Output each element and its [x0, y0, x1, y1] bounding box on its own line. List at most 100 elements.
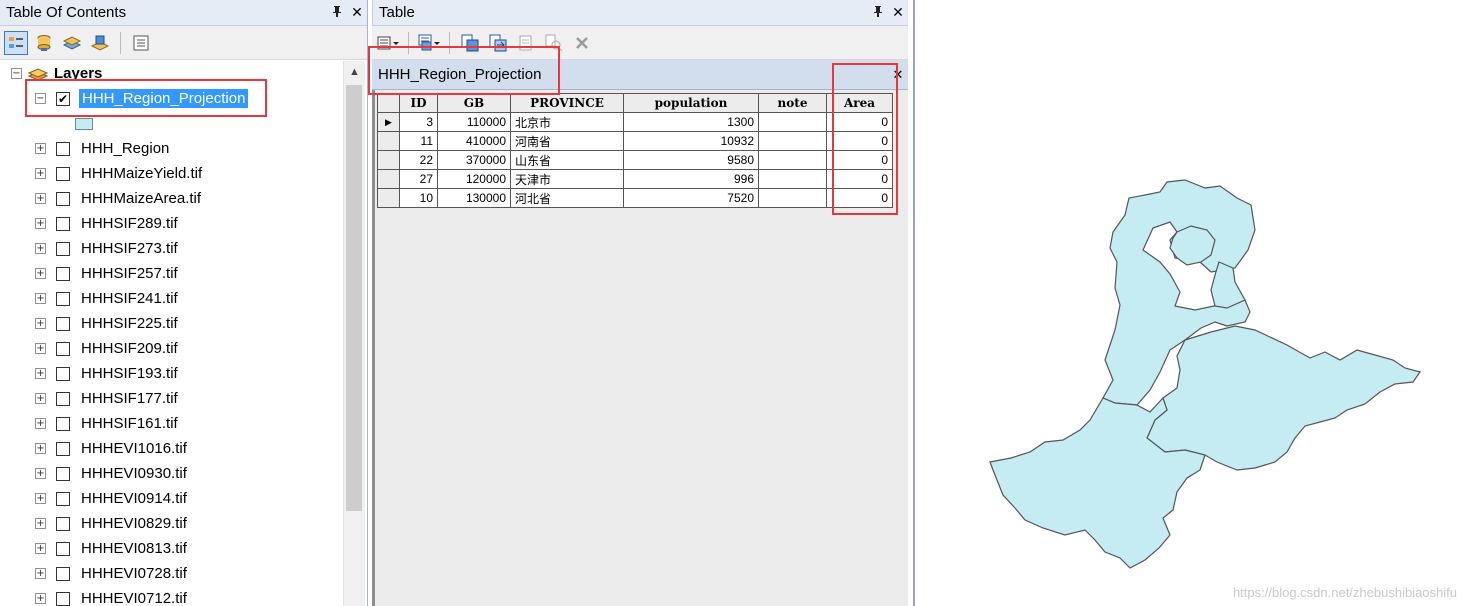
layer-visibility-checkbox[interactable] — [56, 491, 70, 506]
column-header-note[interactable]: note — [758, 93, 827, 113]
scrollbar-thumb[interactable] — [346, 85, 362, 511]
column-header-id[interactable]: ID — [399, 93, 438, 113]
layer-visibility-checkbox[interactable] — [56, 466, 70, 481]
column-header-population[interactable]: population — [623, 93, 759, 113]
layer-item[interactable]: + HHHEVI0712.tif — [0, 586, 343, 606]
layer-item[interactable]: + HHH_Region — [0, 136, 343, 161]
scroll-up-icon[interactable]: ▲ — [344, 61, 365, 83]
layer-item[interactable]: + HHHEVI0728.tif — [0, 561, 343, 586]
close-icon[interactable]: ✕ — [347, 4, 367, 21]
layer-visibility-checkbox[interactable] — [56, 341, 70, 356]
map-view[interactable]: https://blog.csdn.net/zhebushibiaoshifu — [913, 0, 1463, 606]
layer-visibility-checkbox[interactable] — [56, 441, 70, 456]
layer-visibility-checkbox[interactable] — [56, 516, 70, 531]
cell-area[interactable]: 0 — [826, 131, 893, 151]
layer-item[interactable]: + HHHEVI0829.tif — [0, 511, 343, 536]
layer-item[interactable]: + HHHSIF177.tif — [0, 386, 343, 411]
related-tables-icon[interactable] — [417, 31, 441, 55]
layer-label[interactable]: HHHEVI0829.tif — [81, 515, 187, 532]
cell-id[interactable]: 11 — [399, 131, 438, 151]
expand-icon[interactable]: + — [35, 518, 46, 529]
cell-id[interactable]: 27 — [399, 169, 438, 189]
select-by-attributes-icon[interactable] — [458, 31, 482, 55]
collapse-icon[interactable]: − — [11, 68, 22, 79]
row-selector[interactable] — [377, 188, 400, 208]
expand-icon[interactable]: + — [35, 568, 46, 579]
expand-icon[interactable]: + — [35, 543, 46, 554]
layer-label[interactable]: HHHSIF273.tif — [81, 240, 178, 257]
switch-selection-icon[interactable] — [486, 31, 510, 55]
table-row[interactable]: 10 130000 河北省 7520 0 — [377, 188, 893, 208]
layer-item[interactable]: − ✔ HHH_Region_Projection — [0, 86, 343, 111]
layer-item[interactable]: + HHHMaizeArea.tif — [0, 186, 343, 211]
cell-province[interactable]: 河南省 — [510, 131, 624, 151]
layer-item[interactable]: + HHHSIF257.tif — [0, 261, 343, 286]
row-selector[interactable] — [377, 169, 400, 189]
layer-item[interactable]: + HHHEVI0813.tif — [0, 536, 343, 561]
layer-label[interactable]: HHHSIF177.tif — [81, 390, 178, 407]
row-selector-header[interactable] — [377, 93, 400, 113]
layer-label[interactable]: HHHSIF257.tif — [81, 265, 178, 282]
expand-icon[interactable]: + — [35, 268, 46, 279]
row-selector[interactable] — [377, 131, 400, 151]
expand-icon[interactable]: + — [35, 368, 46, 379]
cell-note[interactable] — [758, 188, 827, 208]
layer-visibility-checkbox[interactable]: ✔ — [56, 91, 70, 106]
cell-note[interactable] — [758, 150, 827, 170]
expand-icon[interactable]: + — [35, 193, 46, 204]
cell-gb[interactable]: 370000 — [437, 150, 511, 170]
expand-icon[interactable]: + — [35, 143, 46, 154]
delete-selected-icon[interactable] — [570, 31, 594, 55]
cell-gb[interactable]: 120000 — [437, 169, 511, 189]
layer-visibility-checkbox[interactable] — [56, 241, 70, 256]
layer-label[interactable]: HHHSIF161.tif — [81, 415, 178, 432]
layer-label[interactable]: HHHEVI0914.tif — [81, 490, 187, 507]
cell-province[interactable]: 山东省 — [510, 150, 624, 170]
column-header-area[interactable]: Area — [826, 93, 893, 113]
current-row-indicator-icon[interactable]: ▶ — [377, 112, 400, 132]
tab-hhh-region-projection[interactable]: HHH_Region_Projection — [378, 66, 888, 83]
list-by-selection-icon[interactable] — [88, 31, 112, 55]
layer-label[interactable]: HHHSIF241.tif — [81, 290, 178, 307]
layer-visibility-checkbox[interactable] — [56, 541, 70, 556]
table-row[interactable]: 11 410000 河南省 10932 0 — [377, 131, 893, 151]
layer-item[interactable]: + HHHSIF193.tif — [0, 361, 343, 386]
pin-icon[interactable] — [868, 5, 888, 21]
table-row[interactable]: 27 120000 天津市 996 0 — [377, 169, 893, 189]
table-options-icon[interactable] — [376, 31, 400, 55]
layer-label[interactable]: HHHEVI0712.tif — [81, 590, 187, 606]
cell-area[interactable]: 0 — [826, 169, 893, 189]
layer-item[interactable]: + HHHEVI0914.tif — [0, 486, 343, 511]
layer-label[interactable]: HHH_Region — [81, 140, 169, 157]
layer-visibility-checkbox[interactable] — [56, 316, 70, 331]
expand-icon[interactable]: + — [35, 218, 46, 229]
list-by-source-icon[interactable] — [32, 31, 56, 55]
layer-label[interactable]: HHHSIF289.tif — [81, 215, 178, 232]
expand-icon[interactable]: + — [35, 343, 46, 354]
tree-root-layers[interactable]: − Layers — [0, 61, 343, 86]
row-selector[interactable] — [377, 150, 400, 170]
layer-label[interactable]: HHHEVI0728.tif — [81, 565, 187, 582]
expand-icon[interactable]: + — [35, 318, 46, 329]
layer-visibility-checkbox[interactable] — [56, 191, 70, 206]
expand-icon[interactable]: + — [35, 293, 46, 304]
expand-icon[interactable]: + — [35, 168, 46, 179]
cell-province[interactable]: 北京市 — [510, 112, 624, 132]
layer-item[interactable]: + HHHSIF241.tif — [0, 286, 343, 311]
layer-label[interactable]: HHH_Region_Projection — [79, 89, 249, 108]
cell-population[interactable]: 996 — [623, 169, 759, 189]
list-by-visibility-icon[interactable] — [60, 31, 84, 55]
layer-symbol-swatch[interactable] — [75, 117, 93, 130]
collapse-icon[interactable]: − — [35, 93, 46, 104]
cell-population[interactable]: 10932 — [623, 131, 759, 151]
cell-gb[interactable]: 130000 — [437, 188, 511, 208]
cell-note[interactable] — [758, 112, 827, 132]
toc-scrollbar[interactable]: ▲ — [343, 61, 365, 606]
layer-label[interactable]: HHHEVI1016.tif — [81, 440, 187, 457]
layer-label[interactable]: HHHSIF209.tif — [81, 340, 178, 357]
province-shandong[interactable] — [1146, 325, 1421, 471]
cell-note[interactable] — [758, 169, 827, 189]
options-icon[interactable] — [129, 31, 153, 55]
layer-label[interactable]: HHHEVI0813.tif — [81, 540, 187, 557]
cell-population[interactable]: 7520 — [623, 188, 759, 208]
